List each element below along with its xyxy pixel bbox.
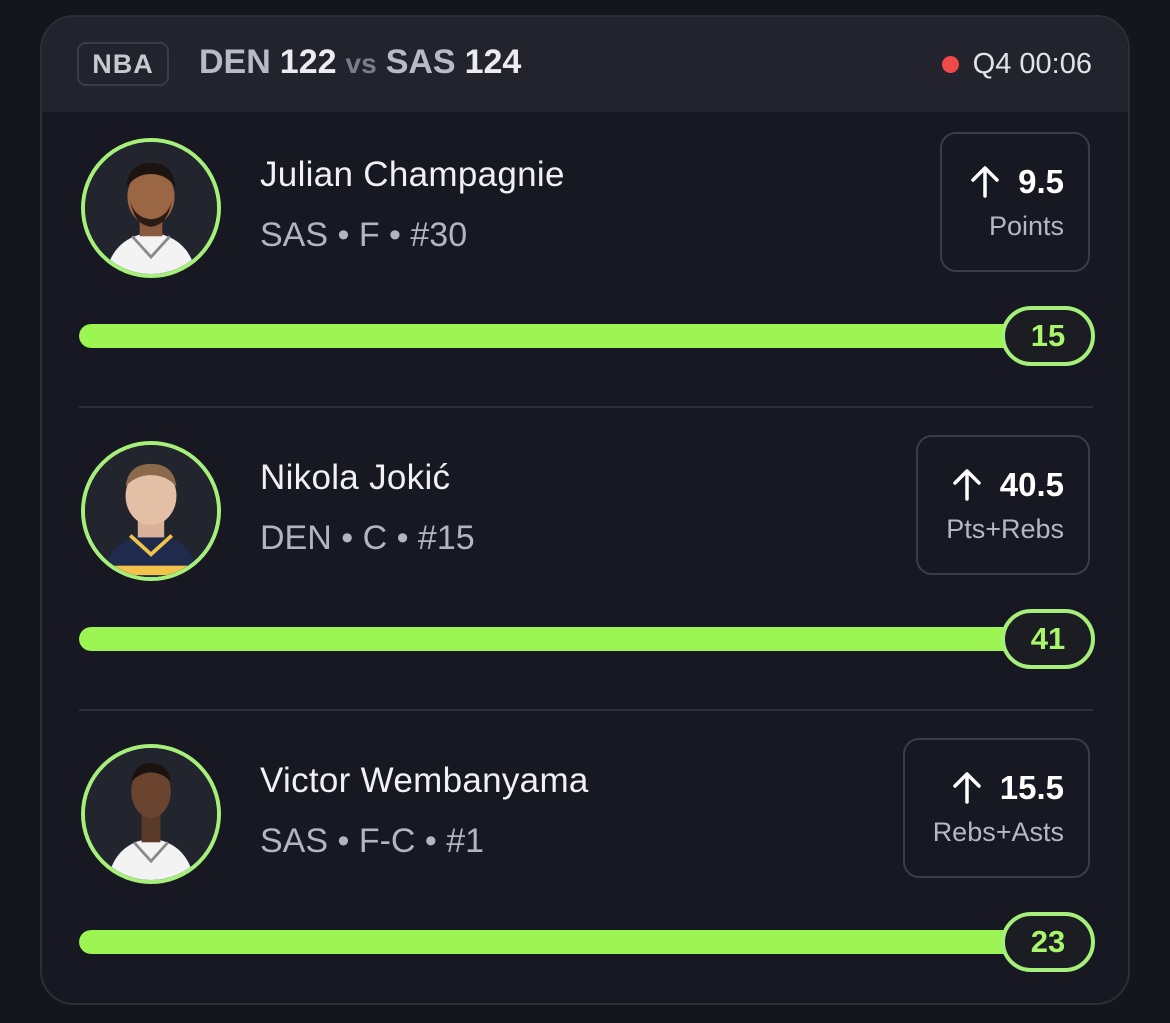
- home-score: 124: [464, 43, 522, 81]
- player-row[interactable]: Victor Wembanyama SAS • F-C • #1 15.5 Re…: [42, 718, 1128, 1003]
- progress-fill: [79, 324, 1023, 348]
- row-divider: [79, 406, 1093, 408]
- prop-line-button[interactable]: 9.5 Points: [940, 132, 1090, 272]
- game-card[interactable]: NBA DEN 122 vs SAS 124 Q4 00:06 Julian C…: [40, 15, 1130, 1005]
- progress-fill: [79, 627, 1023, 651]
- prop-line-button[interactable]: 40.5 Pts+Rebs: [916, 435, 1090, 575]
- progress-bar: [79, 930, 1023, 954]
- player-meta: SAS • F-C • #1: [260, 822, 485, 860]
- player-headshot-icon: [85, 142, 217, 274]
- player-name: Victor Wembanyama: [260, 761, 589, 800]
- prop-line-value: 9.5: [1018, 162, 1064, 200]
- player-meta: SAS • F • #30: [260, 216, 468, 254]
- progress-fill: [79, 930, 1023, 954]
- prop-line: 9.5: [970, 163, 1064, 201]
- progress-bar: [79, 627, 1023, 651]
- home-team: SAS: [385, 43, 456, 81]
- progress-bar: [79, 324, 1023, 348]
- game-clock: Q4 00:06: [941, 48, 1092, 81]
- period-clock: Q4 00:06: [972, 48, 1092, 80]
- player-name: Julian Champagnie: [260, 155, 565, 194]
- player-avatar: [81, 744, 221, 884]
- vs-label: vs: [345, 48, 377, 79]
- player-headshot-icon: [85, 445, 217, 577]
- away-team: DEN: [199, 43, 271, 81]
- prop-stat-label: Rebs+Asts: [932, 816, 1064, 847]
- league-badge: NBA: [77, 42, 169, 86]
- current-stat-badge: 41: [1001, 609, 1095, 669]
- prop-line-value: 40.5: [999, 465, 1064, 503]
- player-avatar: [81, 441, 221, 581]
- player-meta: DEN • C • #15: [260, 519, 475, 557]
- row-divider: [79, 709, 1093, 711]
- player-row[interactable]: Julian Champagnie SAS • F • #30 9.5 Poin…: [42, 112, 1128, 402]
- prop-line: 15.5: [952, 769, 1064, 807]
- prop-stat-label: Points: [988, 210, 1064, 241]
- prop-stat-label: Pts+Rebs: [946, 513, 1064, 544]
- arrow-up-icon: [953, 468, 981, 501]
- player-name: Nikola Jokić: [260, 458, 451, 497]
- player-headshot-icon: [85, 748, 217, 880]
- away-score: 122: [279, 43, 337, 81]
- prop-line-button[interactable]: 15.5 Rebs+Asts: [902, 738, 1090, 878]
- live-indicator-icon: [941, 56, 959, 73]
- current-stat-badge: 23: [1001, 912, 1095, 972]
- scoreline: DEN 122 vs SAS 124: [199, 43, 521, 82]
- player-avatar: [81, 138, 221, 278]
- prop-line-value: 15.5: [999, 768, 1064, 806]
- arrow-up-icon: [953, 771, 981, 804]
- current-stat-badge: 15: [1001, 306, 1095, 366]
- arrow-up-icon: [971, 165, 999, 198]
- player-row[interactable]: Nikola Jokić DEN • C • #15 40.5 Pts+Rebs…: [42, 415, 1128, 705]
- prop-line: 40.5: [952, 466, 1064, 504]
- game-header: NBA DEN 122 vs SAS 124 Q4 00:06: [42, 17, 1128, 112]
